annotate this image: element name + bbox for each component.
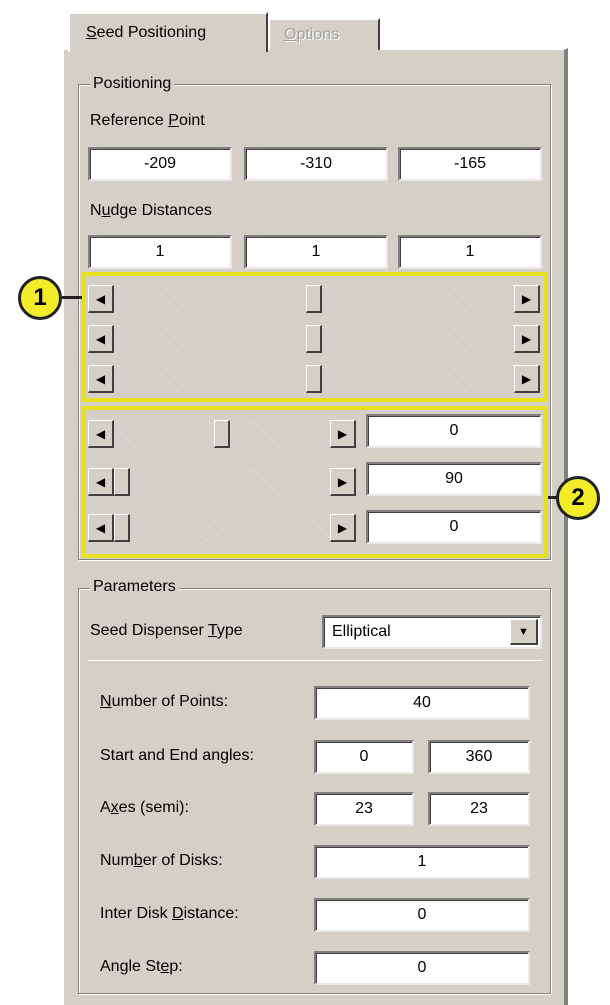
reference-point-x-field[interactable]: -209 (88, 147, 232, 181)
rotation-y-field[interactable]: 90 (366, 462, 542, 496)
number-of-disks-field[interactable]: 1 (314, 845, 530, 879)
rotation-z-field[interactable]: 0 (366, 510, 542, 544)
position-x-slider[interactable]: ◀ ▶ (88, 285, 540, 313)
position-z-slider[interactable]: ◀ ▶ (88, 365, 540, 393)
angle-step-label: Angle Step: (100, 958, 183, 975)
seed-dispenser-type-value: Elliptical (332, 623, 391, 640)
scroll-right-icon[interactable]: ▶ (330, 514, 356, 542)
slider-thumb[interactable] (306, 325, 322, 353)
scroll-right-icon[interactable]: ▶ (514, 285, 540, 313)
slider-thumb[interactable] (306, 365, 322, 393)
end-angle-field[interactable]: 360 (428, 740, 530, 774)
number-of-points-field[interactable]: 40 (314, 686, 530, 720)
tab-seed-positioning[interactable]: Seed Positioning (68, 12, 268, 52)
reference-point-label: Reference Point (90, 112, 205, 129)
slider-thumb[interactable] (114, 468, 130, 496)
scroll-right-icon[interactable]: ▶ (330, 420, 356, 448)
inter-disk-distance-field[interactable]: 0 (314, 898, 530, 932)
start-angle-field[interactable]: 0 (314, 740, 414, 774)
slider-thumb[interactable] (214, 420, 230, 448)
scroll-right-icon[interactable]: ▶ (514, 325, 540, 353)
start-end-angles-label: Start and End angles: (100, 747, 254, 764)
nudge-distance-x-field[interactable]: 1 (88, 235, 232, 269)
axis-b-field[interactable]: 23 (428, 792, 530, 826)
seed-dispenser-type-select[interactable]: Elliptical (322, 615, 542, 649)
scroll-left-icon[interactable]: ◀ (88, 325, 114, 353)
slider-thumb[interactable] (306, 285, 322, 313)
scroll-left-icon[interactable]: ◀ (88, 468, 114, 496)
angle-step-field[interactable]: 0 (314, 951, 530, 985)
scroll-left-icon[interactable]: ◀ (88, 514, 114, 542)
callout-1-connector (62, 296, 82, 299)
nudge-distance-y-field[interactable]: 1 (244, 235, 388, 269)
rotation-x-field[interactable]: 0 (366, 414, 542, 448)
axes-semi-label: Axes (semi): (100, 799, 189, 816)
nudge-distances-label: Nudge Distances (90, 202, 212, 219)
number-of-disks-label: Number of Disks: (100, 852, 223, 869)
position-y-slider[interactable]: ◀ ▶ (88, 325, 540, 353)
number-of-points-label: Number of Points: (100, 693, 229, 710)
axis-a-field[interactable]: 23 (314, 792, 414, 826)
scroll-left-icon[interactable]: ◀ (88, 365, 114, 393)
nudge-distance-z-field[interactable]: 1 (398, 235, 542, 269)
scroll-left-icon[interactable]: ◀ (88, 285, 114, 313)
chevron-down-icon[interactable]: ▼ (510, 619, 538, 645)
inter-disk-distance-label: Inter Disk Distance: (100, 905, 239, 922)
parameters-legend: Parameters (90, 578, 179, 596)
rotation-x-slider[interactable]: ◀ ▶ (88, 420, 356, 448)
rotation-z-slider[interactable]: ◀ ▶ (88, 514, 356, 542)
positioning-legend: Positioning (90, 75, 175, 93)
rotation-y-slider[interactable]: ◀ ▶ (88, 468, 356, 496)
slider-thumb[interactable] (114, 514, 130, 542)
scroll-right-icon[interactable]: ▶ (330, 468, 356, 496)
reference-point-y-field[interactable]: -310 (244, 147, 388, 181)
callout-2: 2 (556, 476, 600, 520)
scroll-right-icon[interactable]: ▶ (514, 365, 540, 393)
scroll-left-icon[interactable]: ◀ (88, 420, 114, 448)
callout-1: 1 (18, 276, 62, 320)
tab-options[interactable]: Options (268, 18, 380, 50)
parameters-divider (88, 660, 542, 661)
seed-dispenser-type-label: Seed Dispenser Type (90, 622, 243, 639)
reference-point-z-field[interactable]: -165 (398, 147, 542, 181)
